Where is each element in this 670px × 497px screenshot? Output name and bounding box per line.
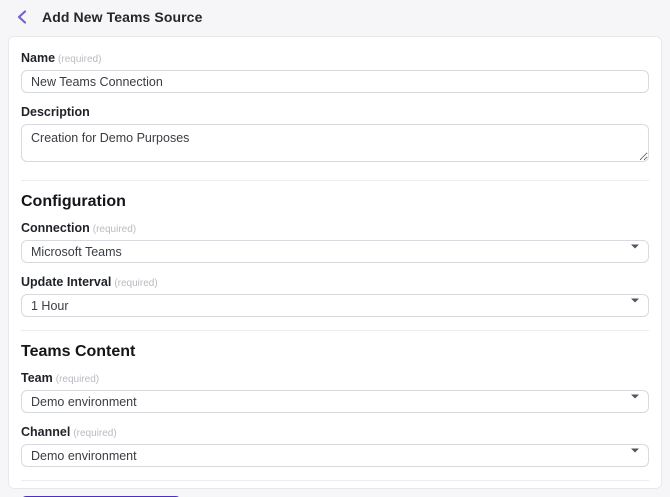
section-divider (21, 480, 649, 481)
team-required-tag: (required) (55, 374, 100, 385)
channel-label-text: Channel (21, 425, 71, 439)
channel-selected-value: Demo environment (31, 448, 137, 463)
description-label: Description (21, 105, 90, 119)
back-chevron-icon[interactable] (14, 9, 30, 25)
update-interval-selected-value: 1 Hour (31, 298, 69, 313)
connection-label-text: Connection (21, 221, 90, 235)
connection-field-group: Connection (required) Microsoft Teams (21, 221, 649, 263)
section-divider (21, 180, 649, 181)
name-label: Name (required) (21, 51, 649, 65)
name-input[interactable] (21, 70, 649, 93)
connection-selected-value: Microsoft Teams (31, 244, 122, 259)
channel-select[interactable]: Demo environment (21, 444, 649, 467)
channel-field-group: Channel (required) Demo environment (21, 425, 649, 467)
update-interval-select[interactable]: 1 Hour (21, 294, 649, 317)
channel-required-tag: (required) (73, 428, 117, 439)
channel-label: Channel (required) (21, 425, 649, 439)
description-textarea[interactable]: Creation for Demo Purposes (21, 124, 649, 162)
dropdown-caret-icon (631, 394, 639, 412)
update-interval-label: Update Interval (required) (21, 275, 649, 289)
team-label: Team (required) (21, 371, 649, 385)
name-label-text: Name (21, 51, 56, 65)
page-header: Add New Teams Source (0, 0, 670, 33)
dropdown-caret-icon (631, 244, 639, 262)
team-select[interactable]: Demo environment (21, 390, 649, 413)
form-card: Name(required) Description Creation for … (8, 36, 662, 497)
team-label-text: Team (21, 371, 53, 385)
teams-content-heading: Teams Content (21, 343, 136, 360)
connection-label: Connection (required) (21, 221, 649, 235)
dropdown-caret-icon (631, 298, 639, 316)
update-interval-required-tag: (required) (114, 278, 158, 289)
connection-select[interactable]: Microsoft Teams (21, 240, 649, 263)
update-interval-label-text: Update Interval (21, 275, 112, 289)
dropdown-caret-icon (631, 448, 639, 466)
configuration-heading: Configuration (21, 193, 126, 210)
team-field-group: Team (required) Demo environment (21, 371, 649, 413)
team-selected-value: Demo environment (31, 394, 137, 409)
description-field-group: Description Creation for Demo Purposes (21, 105, 649, 167)
name-required-tag: (required) (58, 54, 102, 65)
name-field-group: Name (required) (21, 51, 649, 93)
connection-required-tag: (required) (92, 224, 137, 235)
section-divider (21, 330, 649, 331)
chevron-left-icon (17, 10, 27, 24)
update-interval-field-group: Update Interval (required) 1 Hour (21, 275, 649, 317)
page-title: Add New Teams Source (42, 9, 203, 25)
